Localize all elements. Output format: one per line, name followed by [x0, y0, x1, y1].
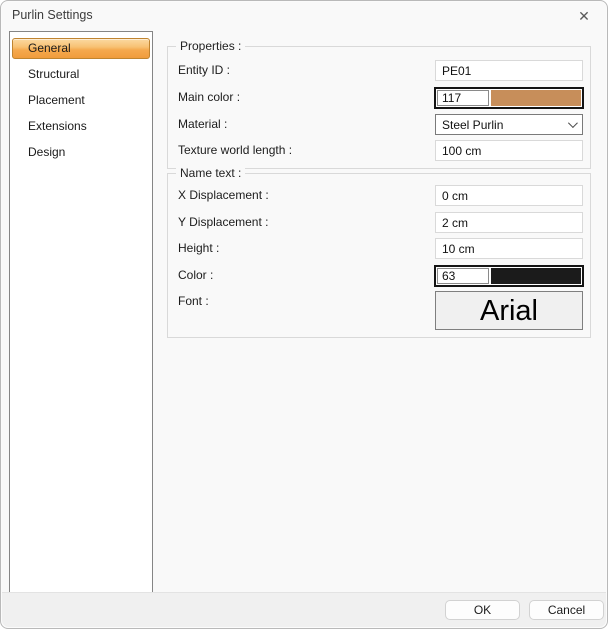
- entity-id-label: Entity ID :: [178, 60, 230, 81]
- sidebar: General Structural Placement Extensions …: [9, 31, 153, 593]
- y-displacement-input[interactable]: [435, 212, 583, 233]
- ok-button[interactable]: OK: [445, 600, 520, 620]
- entity-id-input[interactable]: [435, 60, 583, 81]
- text-color-row: Color :: [168, 265, 590, 286]
- main-color-picker[interactable]: [434, 87, 584, 109]
- name-text-group: Name text : X Displacement : Y Displacem…: [167, 173, 591, 338]
- x-displacement-label: X Displacement :: [178, 185, 269, 206]
- text-color-swatch[interactable]: [491, 268, 581, 284]
- y-displacement-label: Y Displacement :: [178, 212, 269, 233]
- height-row: Height :: [168, 238, 590, 259]
- name-text-group-title: Name text :: [176, 166, 245, 180]
- text-color-label: Color :: [178, 265, 213, 286]
- main-color-row: Main color :: [168, 87, 590, 108]
- text-color-index-input[interactable]: [437, 268, 489, 284]
- texture-length-input[interactable]: [435, 140, 583, 161]
- material-selected-value: Steel Purlin: [442, 118, 503, 132]
- main-color-swatch[interactable]: [491, 90, 581, 106]
- sidebar-item-structural[interactable]: Structural: [12, 64, 150, 85]
- title-bar: Purlin Settings ✕: [1, 1, 607, 31]
- main-color-label: Main color :: [178, 87, 240, 108]
- font-button[interactable]: Arial: [435, 291, 583, 330]
- properties-group-title: Properties :: [176, 39, 245, 53]
- material-label: Material :: [178, 114, 227, 135]
- sidebar-item-extensions[interactable]: Extensions: [12, 116, 150, 137]
- close-button[interactable]: ✕: [568, 4, 600, 28]
- sidebar-item-design[interactable]: Design: [12, 142, 150, 163]
- close-icon: ✕: [578, 8, 590, 25]
- material-select[interactable]: Steel Purlin: [435, 114, 583, 135]
- purlin-settings-dialog: Purlin Settings ✕ General Structural Pla…: [0, 0, 608, 629]
- window-title: Purlin Settings: [12, 8, 93, 22]
- properties-group: Properties : Entity ID : Main color : Ma…: [167, 46, 591, 169]
- material-row: Material : Steel Purlin: [168, 114, 590, 135]
- cancel-button[interactable]: Cancel: [529, 600, 604, 620]
- y-displacement-row: Y Displacement :: [168, 212, 590, 233]
- chevron-down-icon: [568, 118, 578, 128]
- texture-length-label: Texture world length :: [178, 140, 292, 161]
- height-input[interactable]: [435, 238, 583, 259]
- texture-length-row: Texture world length :: [168, 140, 590, 161]
- font-row: Font : Arial: [168, 291, 590, 330]
- x-displacement-row: X Displacement :: [168, 185, 590, 206]
- height-label: Height :: [178, 238, 219, 259]
- text-color-picker[interactable]: [434, 265, 584, 287]
- footer: OK Cancel: [2, 592, 606, 627]
- sidebar-item-placement[interactable]: Placement: [12, 90, 150, 111]
- x-displacement-input[interactable]: [435, 185, 583, 206]
- main-color-index-input[interactable]: [437, 90, 489, 106]
- sidebar-item-general[interactable]: General: [12, 38, 150, 59]
- entity-id-row: Entity ID :: [168, 60, 590, 81]
- font-label: Font :: [178, 291, 209, 312]
